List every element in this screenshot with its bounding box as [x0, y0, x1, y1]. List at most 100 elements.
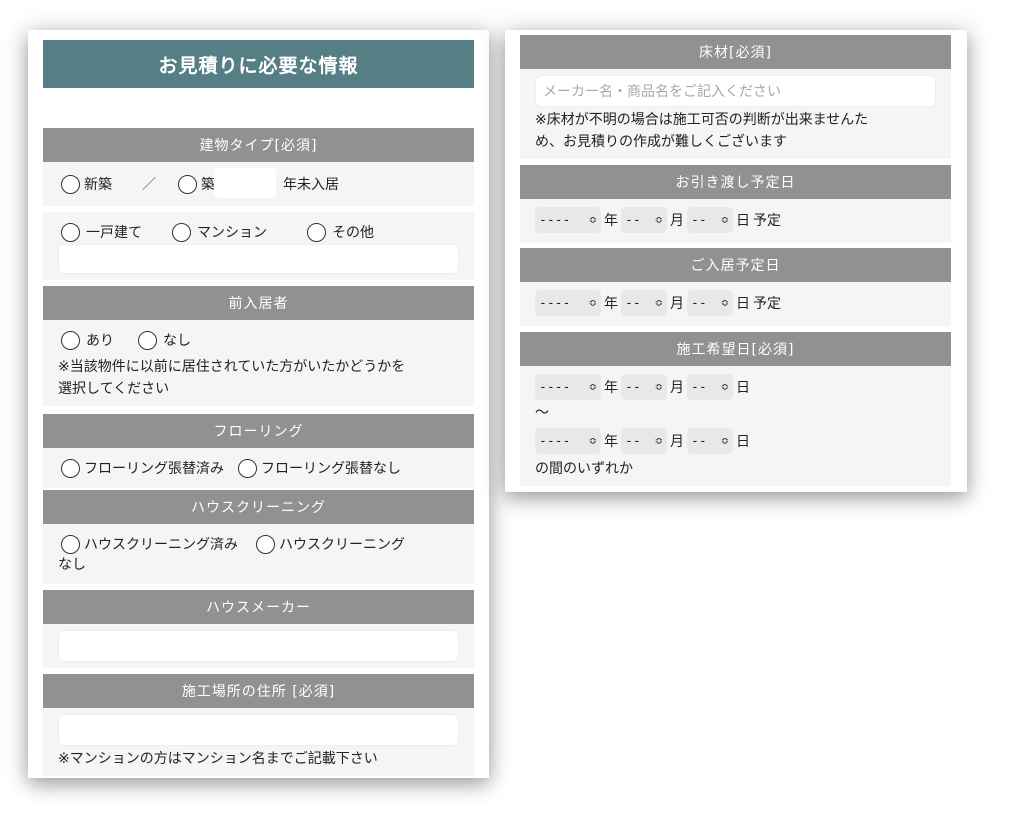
up-down-chevron-icon: ≎: [720, 435, 729, 447]
up-down-chevron-icon: ≎: [654, 297, 663, 309]
construction-range-footer: の間のいずれか: [535, 461, 633, 477]
label-built-suffix: 年未入居: [283, 177, 339, 193]
handover-date-body: ---- ≎ 年 -- ≎ 月 -- ≎ 日 予定: [520, 199, 951, 243]
radio-new-build[interactable]: [61, 174, 80, 194]
note-line: ※床材が不明の場合は施工可否の判断が出来ませんた: [535, 112, 869, 128]
day-label: 日: [736, 213, 750, 229]
label-detached: 一戸建て: [86, 225, 142, 241]
construction-to-year-select[interactable]: ---- ≎: [535, 428, 601, 454]
select-value: --: [625, 212, 641, 228]
floor-material-input[interactable]: メーカー名・商品名をご記入ください: [535, 75, 936, 107]
radio-resident-yes[interactable]: [61, 330, 80, 350]
up-down-chevron-icon: ≎: [588, 381, 597, 393]
radio-cleaning-not-done[interactable]: [256, 534, 275, 554]
label-resident-no: なし: [163, 333, 191, 349]
up-down-chevron-icon: ≎: [720, 297, 729, 309]
label-cleaning-not-done: ハウスクリーニング: [279, 537, 405, 553]
floor-material-note: ※床材が不明の場合は施工可否の判断が出来ませんた め、お見積りの作成が難しくござ…: [535, 109, 868, 153]
handover-year-select[interactable]: ---- ≎: [535, 207, 601, 233]
radio-mansion[interactable]: [172, 222, 191, 242]
section-header-address: 施工場所の住所 [必須]: [43, 674, 474, 708]
radio-cleaning-done[interactable]: [61, 534, 80, 554]
up-down-chevron-icon: ≎: [588, 435, 597, 447]
select-value: ----: [539, 295, 571, 311]
previous-resident-note: ※当該物件に以前に居住されていた方がいたかどうかを 選択してください: [58, 356, 405, 400]
section-header-handover-date: お引き渡し予定日: [520, 165, 951, 199]
month-label: 月: [670, 434, 684, 450]
label-cleaning-done: ハウスクリーニング済み: [84, 537, 238, 553]
house-cleaning-body: ハウスクリーニング済み ハウスクリーニング なし: [43, 524, 474, 584]
building-age-input[interactable]: [214, 168, 276, 198]
day-label: 日: [736, 296, 750, 312]
day-label: 日: [736, 380, 750, 396]
address-input[interactable]: [58, 714, 459, 746]
construction-from-year-select[interactable]: ---- ≎: [535, 374, 601, 400]
label-mansion: マンション: [197, 225, 267, 241]
section-header-previous-resident: 前入居者: [43, 286, 474, 320]
other-building-input[interactable]: [58, 244, 459, 274]
move-in-year-select[interactable]: ---- ≎: [535, 290, 601, 316]
select-value: --: [625, 295, 641, 311]
label-built-prefix: 築: [201, 177, 215, 193]
up-down-chevron-icon: ≎: [720, 214, 729, 226]
section-header-floor-material: 床材[必須]: [520, 35, 951, 69]
radio-flooring-not-replaced[interactable]: [238, 458, 257, 478]
floor-material-body: メーカー名・商品名をご記入ください ※床材が不明の場合は施工可否の判断が出来ませ…: [520, 69, 951, 159]
select-value: ----: [539, 433, 571, 449]
floor-material-placeholder: メーカー名・商品名をご記入ください: [543, 84, 781, 100]
label-new-build: 新築: [84, 177, 112, 193]
section-header-house-cleaning: ハウスクリーニング: [43, 490, 474, 524]
select-value: ----: [539, 212, 571, 228]
year-label: 年: [604, 213, 618, 229]
label-cleaning-not-done-cont: なし: [58, 557, 86, 573]
previous-resident-body: あり なし ※当該物件に以前に居住されていた方がいたかどうかを 選択してください: [43, 320, 474, 406]
range-tilde: ～: [535, 405, 549, 421]
estimate-form-left-panel: お見積りに必要な情報 建物タイプ[必須] 新築 ／ 築 年未入居 一戸建て マン…: [28, 30, 489, 778]
select-value: ----: [539, 379, 571, 395]
month-label: 月: [670, 296, 684, 312]
move-in-date-body: ---- ≎ 年 -- ≎ 月 -- ≎ 日 予定: [520, 282, 951, 326]
section-header-building-type: 建物タイプ[必須]: [43, 128, 474, 162]
note-line: め、お見積りの作成が難しくございます: [535, 134, 787, 150]
radio-other[interactable]: [307, 222, 326, 242]
separator-slash: ／: [142, 177, 156, 193]
year-label: 年: [604, 380, 618, 396]
select-value: --: [625, 379, 641, 395]
radio-resident-no[interactable]: [138, 330, 157, 350]
select-value: --: [691, 379, 707, 395]
plan-label: 予定: [753, 296, 781, 312]
flooring-body: フローリング張替済み フローリング張替なし: [43, 448, 474, 488]
building-age-row: 新築 ／ 築 年未入居: [43, 162, 474, 206]
section-header-flooring: フローリング: [43, 414, 474, 448]
section-header-construction-date: 施工希望日[必須]: [520, 332, 951, 366]
construction-from-day-select[interactable]: -- ≎: [687, 374, 733, 400]
label-other: その他: [332, 225, 374, 241]
handover-month-select[interactable]: -- ≎: [621, 207, 667, 233]
note-line: ※当該物件に以前に居住されていた方がいたかどうかを: [58, 359, 406, 375]
label-flooring-not-replaced: フローリング張替なし: [261, 461, 401, 477]
move-in-month-select[interactable]: -- ≎: [621, 290, 667, 316]
construction-to-month-select[interactable]: -- ≎: [621, 428, 667, 454]
construction-date-body: ---- ≎ 年 -- ≎ 月 -- ≎ 日 ～ ---- ≎ 年 -- ≎ 月 -- ≎ …: [520, 366, 951, 486]
construction-from-month-select[interactable]: -- ≎: [621, 374, 667, 400]
handover-day-select[interactable]: -- ≎: [687, 207, 733, 233]
up-down-chevron-icon: ≎: [588, 297, 597, 309]
house-maker-body: [43, 624, 474, 668]
label-flooring-replaced: フローリング張替済み: [84, 461, 224, 477]
form-title: お見積りに必要な情報: [43, 40, 474, 88]
radio-detached[interactable]: [61, 222, 80, 242]
move-in-day-select[interactable]: -- ≎: [687, 290, 733, 316]
up-down-chevron-icon: ≎: [720, 381, 729, 393]
section-header-house-maker: ハウスメーカー: [43, 590, 474, 624]
construction-to-day-select[interactable]: -- ≎: [687, 428, 733, 454]
section-header-move-in-date: ご入居予定日: [520, 248, 951, 282]
radio-flooring-replaced[interactable]: [61, 458, 80, 478]
note-line: 選択してください: [58, 381, 170, 397]
day-label: 日: [736, 434, 750, 450]
radio-built-years[interactable]: [178, 174, 197, 194]
house-maker-input[interactable]: [58, 630, 459, 662]
select-value: --: [625, 433, 641, 449]
address-body: ※マンションの方はマンション名までご記載下さい: [43, 708, 474, 776]
year-label: 年: [604, 296, 618, 312]
estimate-form-right-panel: 床材[必須] メーカー名・商品名をご記入ください ※床材が不明の場合は施工可否の…: [505, 30, 967, 492]
